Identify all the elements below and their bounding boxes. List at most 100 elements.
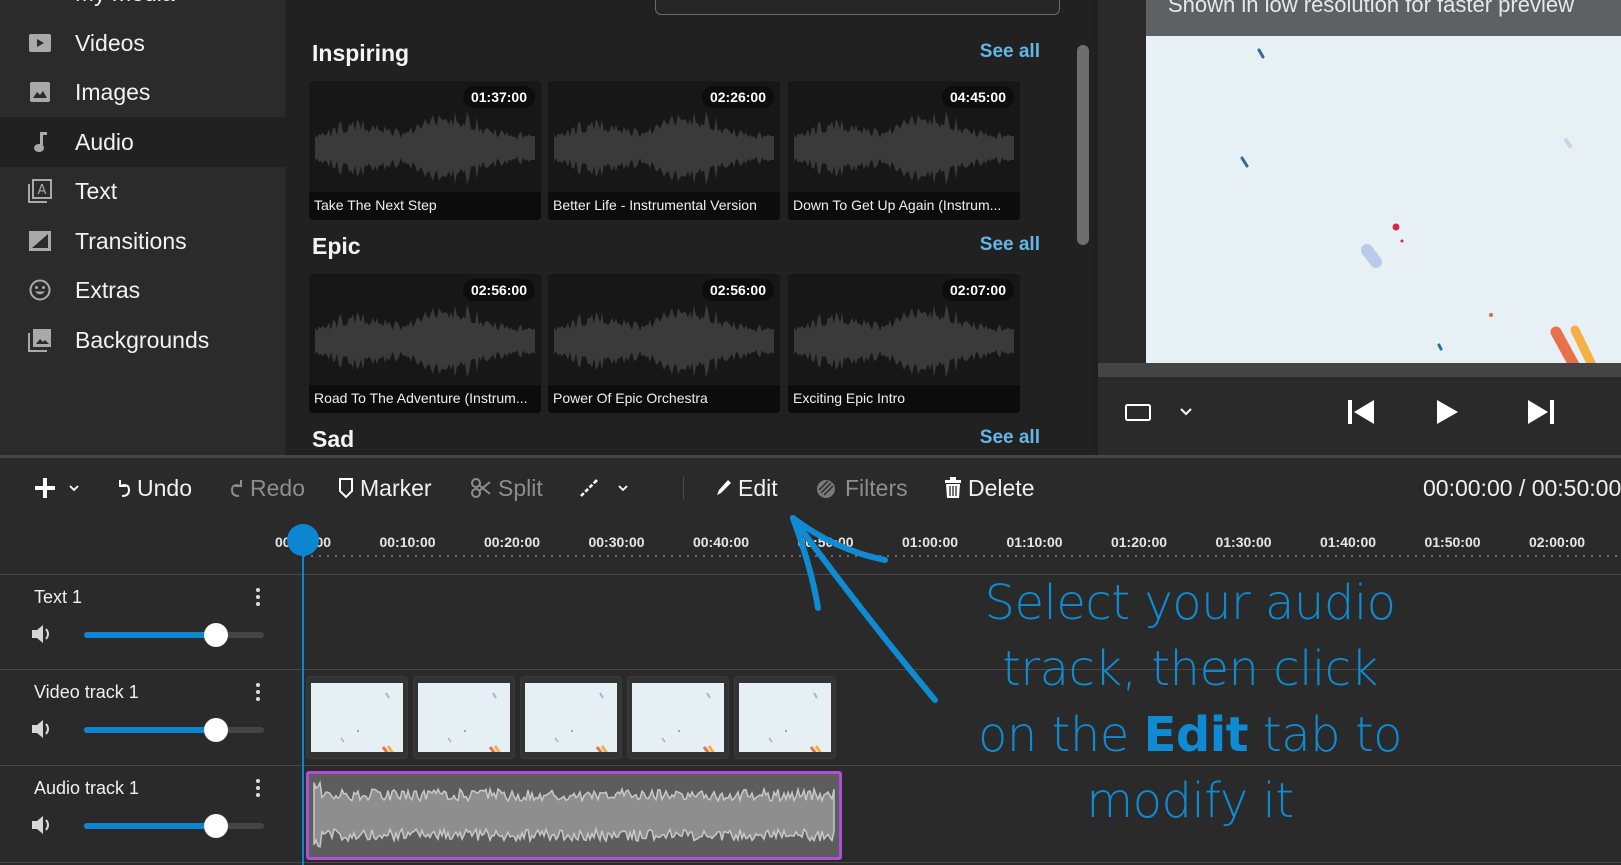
waveform-thumbnail — [554, 304, 774, 378]
ruler-tick-label: 00:20:00 — [483, 534, 541, 550]
audio-clip-selected[interactable] — [306, 771, 842, 860]
video-clip-thumbnail[interactable] — [413, 676, 515, 759]
waveform-thumbnail — [794, 304, 1014, 378]
annotation-line: on the Edit tab to — [977, 707, 1403, 763]
annotation-emphasis: Edit — [1143, 707, 1249, 763]
plus-icon — [33, 476, 57, 500]
track-menu-button[interactable] — [250, 680, 266, 704]
play-icon — [1437, 400, 1458, 424]
volume-slider-knob[interactable] — [204, 718, 229, 742]
duration-badge: 01:37:00 — [462, 86, 535, 108]
undo-button[interactable]: Undo — [117, 472, 192, 504]
audio-card[interactable]: 02:56:00 Road To The Adventure (Instrum.… — [309, 274, 541, 413]
audio-card-title: Better Life - Instrumental Version — [548, 192, 780, 220]
video-clip-thumbnail[interactable] — [734, 676, 836, 759]
sidebar-item-backgrounds[interactable]: Backgrounds — [0, 315, 285, 365]
audio-clip-waveform — [313, 780, 835, 848]
sidebar-item-audio[interactable]: Audio — [0, 117, 285, 167]
volume-slider[interactable] — [84, 623, 264, 647]
timeline-ruler[interactable]: 00:00:0000:10:0000:20:0000:30:0000:40:00… — [275, 518, 1621, 558]
library-scrollbar[interactable] — [1077, 45, 1089, 245]
video-clip-thumbnail[interactable] — [627, 676, 729, 759]
ruler-tick-label: 01:00:00 — [901, 534, 959, 550]
redo-icon — [230, 478, 244, 498]
playhead-line — [302, 540, 304, 865]
volume-slider-knob[interactable] — [204, 814, 229, 838]
video-frame — [739, 683, 831, 752]
sidebar-item-videos[interactable]: Videos — [0, 18, 285, 68]
add-button[interactable] — [33, 472, 79, 504]
ruler-tick-label: 00:50:00 — [797, 534, 854, 550]
volume-icon[interactable] — [30, 623, 54, 645]
filters-button[interactable]: Filters — [815, 472, 908, 504]
ruler-tick-label: 01:30:00 — [1215, 534, 1272, 550]
sidebar-item-images[interactable]: Images — [0, 67, 285, 117]
volume-icon[interactable] — [30, 718, 54, 740]
preview-canvas: Shown in low resolution for faster previ… — [1146, 0, 1621, 363]
audio-card[interactable]: 01:37:00 Take The Next Step — [309, 81, 541, 220]
ruler-tick-label: 02:00:00 — [1528, 534, 1586, 550]
aspect-ratio-button[interactable] — [1124, 402, 1152, 422]
video-frame — [632, 683, 724, 752]
delete-button[interactable]: Delete — [944, 472, 1034, 504]
audio-card[interactable]: 02:56:00 Power Of Epic Orchestra — [548, 274, 780, 413]
ruler-tick-label: 01:10:00 — [1006, 534, 1063, 550]
video-clip-thumbnail[interactable] — [306, 676, 408, 759]
playhead-handle[interactable] — [287, 524, 319, 556]
ruler-tick-label: 00:30:00 — [588, 534, 645, 550]
video-frame — [311, 683, 403, 752]
ruler-dots — [300, 555, 1621, 557]
aspect-ratio-dropdown[interactable] — [1178, 404, 1194, 420]
ruler-tick-label: 01:50:00 — [1424, 534, 1481, 550]
duration-badge: 02:26:00 — [701, 86, 774, 108]
skip-back-button[interactable] — [1347, 398, 1377, 426]
volume-slider[interactable] — [84, 814, 264, 838]
skip-forward-button[interactable] — [1527, 398, 1557, 426]
sidebar-item-extras[interactable]: Extras — [0, 265, 285, 315]
see-all-inspiring-link[interactable]: See all — [980, 41, 1040, 63]
audio-card[interactable]: 02:26:00 Better Life - Instrumental Vers… — [548, 81, 780, 220]
sidebar-item-label: Extras — [75, 276, 141, 303]
smiley-icon — [28, 278, 52, 302]
video-clip-thumbnail[interactable] — [520, 676, 622, 759]
audio-library: Inspiring See all 01:37:00 Take The Next… — [285, 0, 1095, 455]
video-icon — [28, 31, 52, 55]
audio-card-title: Exciting Epic Intro — [788, 385, 1020, 413]
timecode-display: 00:00:00 / 00:50:00 — [1423, 475, 1621, 501]
track-menu-button[interactable] — [250, 776, 266, 800]
duration-badge: 02:56:00 — [701, 279, 774, 301]
volume-icon[interactable] — [30, 814, 54, 836]
marker-button[interactable]: Marker — [338, 472, 432, 504]
edit-label: Edit — [738, 474, 778, 501]
annotation-line: track, then click — [1002, 641, 1378, 697]
volume-slider-knob[interactable] — [204, 623, 229, 647]
timeline-toolbar: Undo Redo Marker Split Edit Filters Dele… — [0, 458, 1621, 518]
image-icon — [28, 80, 52, 104]
confetti-graphic — [1240, 48, 1597, 363]
toolbar-divider — [683, 476, 684, 500]
magic-tools-button[interactable] — [578, 472, 628, 504]
audio-card[interactable]: 04:45:00 Down To Get Up Again (Instrum..… — [788, 81, 1020, 220]
delete-label: Delete — [968, 474, 1035, 501]
volume-slider[interactable] — [84, 718, 264, 742]
sidebar-item-text[interactable]: A Text — [0, 166, 285, 216]
track-menu-button[interactable] — [250, 585, 266, 609]
search-input[interactable] — [655, 0, 1060, 15]
duration-badge: 02:56:00 — [462, 279, 535, 301]
duration-badge: 02:07:00 — [941, 279, 1014, 301]
folder-icon — [28, 0, 52, 2]
redo-button[interactable]: Redo — [230, 472, 305, 504]
preview-scrub-bar[interactable] — [1098, 363, 1621, 377]
ruler-tick-label: 00:10:00 — [379, 534, 436, 550]
edit-button[interactable]: Edit — [714, 472, 778, 504]
track-header: Audio track 1 — [0, 766, 285, 862]
play-button[interactable] — [1434, 398, 1460, 426]
split-button[interactable]: Split — [470, 472, 543, 504]
see-all-epic-link[interactable]: See all — [980, 234, 1040, 256]
trash-icon — [944, 477, 962, 499]
sidebar-item-label: Transitions — [75, 227, 187, 254]
audio-card[interactable]: 02:07:00 Exciting Epic Intro — [788, 274, 1020, 413]
section-title-epic: Epic — [312, 233, 361, 259]
sidebar-item-transitions[interactable]: Transitions — [0, 216, 285, 266]
see-all-sad-link[interactable]: See all — [980, 427, 1040, 449]
